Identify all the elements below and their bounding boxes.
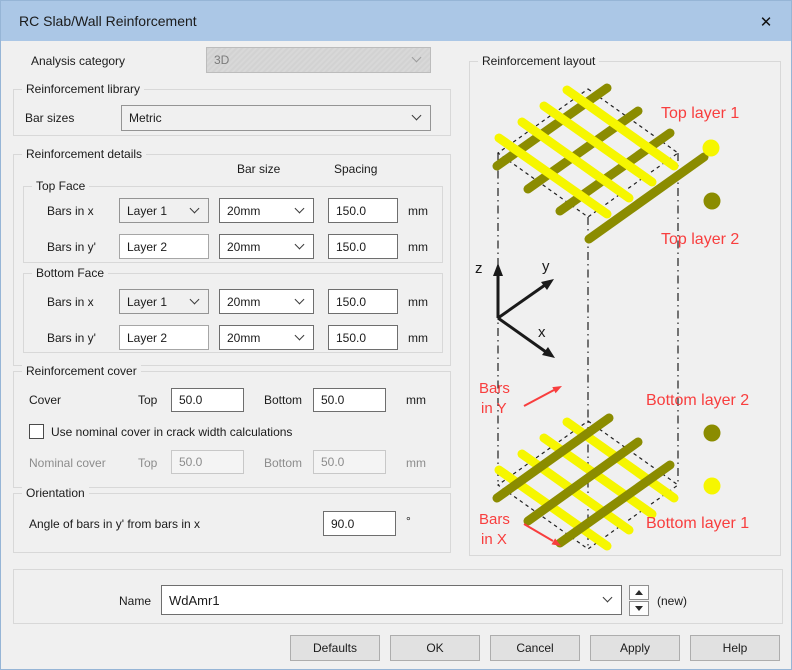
bar-size-column-header: Bar size: [237, 162, 280, 176]
chevron-down-icon: [412, 111, 422, 121]
top-bars-in-x-layer-dropdown[interactable]: Layer 1: [119, 198, 209, 223]
axes-arrowheads: [493, 263, 555, 358]
unit-label: mm: [408, 240, 428, 254]
angle-input[interactable]: 90.0: [323, 511, 396, 536]
unit-label: mm: [406, 456, 426, 470]
top-layer-1-label: Top layer 1: [661, 105, 739, 122]
unit-label: mm: [408, 204, 428, 218]
annotation-arrowheads: [552, 386, 563, 546]
chevron-down-icon: [295, 239, 305, 249]
top-bars-in-y-label: Bars in y': [47, 240, 96, 254]
name-spinner-down-button[interactable]: [629, 601, 649, 616]
reinforcement-layout-diagram: z y x Top layer 1 Top layer 2 Bottom lay…: [470, 62, 780, 555]
bars-in-x-label-line1: Bars: [479, 511, 510, 528]
arrow-up-icon: [635, 590, 643, 595]
top-bars-in-y-spacing-input[interactable]: 150.0: [328, 234, 398, 259]
unit-label: mm: [408, 331, 428, 345]
bars-in-x-label-line2: in X: [481, 531, 507, 548]
nominal-bottom-input: 50.0: [313, 450, 386, 474]
group-caption: Reinforcement cover: [22, 364, 141, 379]
reinforcement-layout-group: Reinforcement layout: [469, 61, 781, 556]
group-caption: Orientation: [22, 486, 89, 501]
window-title: RC Slab/Wall Reinforcement: [19, 13, 197, 29]
top-layer-1-dot: [703, 140, 720, 157]
nominal-cover-label: Nominal cover: [29, 456, 106, 470]
bottom-bars-in-x-size-dropdown[interactable]: 20mm: [219, 289, 314, 314]
group-caption: Top Face: [32, 179, 89, 194]
axis-x-label: x: [538, 324, 546, 341]
chevron-down-icon: [295, 330, 305, 340]
arrow-down-icon: [635, 606, 643, 611]
cover-label: Cover: [29, 393, 61, 407]
bottom-bars-in-x-spacing-input[interactable]: 150.0: [328, 289, 398, 314]
top-layer-2-dot: [704, 193, 721, 210]
degree-unit-label: °: [406, 514, 411, 528]
chevron-down-icon: [295, 203, 305, 213]
title-bar: RC Slab/Wall Reinforcement: [1, 1, 791, 41]
nominal-cover-checkbox[interactable]: [29, 424, 44, 439]
close-icon[interactable]: ✕: [753, 10, 779, 34]
bottom-bars-in-x-label: Bars in x: [47, 295, 94, 309]
axis-y-label: y: [542, 258, 550, 275]
bottom-bars-in-y-label: Bars in y': [47, 331, 96, 345]
apply-button[interactable]: Apply: [590, 635, 680, 661]
nominal-top-input: 50.0: [171, 450, 244, 474]
group-caption: Reinforcement details: [22, 147, 146, 162]
chevron-down-icon: [190, 294, 200, 304]
nominal-bottom-label: Bottom: [264, 456, 302, 470]
top-bars-in-x-spacing-input[interactable]: 150.0: [328, 198, 398, 223]
cancel-button[interactable]: Cancel: [490, 635, 580, 661]
chevron-down-icon: [412, 53, 422, 63]
bars-direction-labels: Bars in Y Bars in X: [479, 380, 510, 548]
help-button[interactable]: Help: [690, 635, 780, 661]
top-bars-in-y-layer-field: Layer 2: [119, 234, 209, 259]
bottom-bars-in-y-layer-field: Layer 2: [119, 325, 209, 350]
unit-label: mm: [406, 393, 426, 407]
nominal-top-label: Top: [138, 456, 157, 470]
cover-bottom-label: Bottom: [264, 393, 302, 407]
bottom-layer-2-bars: [497, 418, 670, 543]
defaults-button[interactable]: Defaults: [290, 635, 380, 661]
bottom-bars-in-y-spacing-input[interactable]: 150.0: [328, 325, 398, 350]
chevron-down-icon: [295, 294, 305, 304]
bars-in-y-label-line1: Bars: [479, 380, 510, 397]
bottom-bars-in-y-size-dropdown[interactable]: 20mm: [219, 325, 314, 350]
chevron-down-icon: [603, 593, 613, 603]
axis-z-label: z: [475, 260, 483, 277]
name-label: Name: [119, 594, 151, 608]
analysis-category-label: Analysis category: [31, 54, 125, 68]
group-caption: Bottom Face: [32, 266, 108, 281]
top-bars-in-x-label: Bars in x: [47, 204, 94, 218]
top-bars-in-x-size-dropdown[interactable]: 20mm: [219, 198, 314, 223]
name-status-badge: (new): [657, 594, 687, 608]
bar-sizes-label: Bar sizes: [25, 111, 74, 125]
rc-slab-wall-reinforcement-dialog: RC Slab/Wall Reinforcement ✕ Analysis ca…: [0, 0, 792, 670]
analysis-category-dropdown: 3D: [206, 47, 431, 73]
name-combo[interactable]: WdAmr1: [161, 585, 622, 615]
nominal-cover-checkbox-label: Use nominal cover in crack width calcula…: [51, 425, 292, 439]
bar-sizes-dropdown[interactable]: Metric: [121, 105, 431, 131]
bottom-bars-in-x-layer-dropdown[interactable]: Layer 1: [119, 289, 209, 314]
bars-in-y-label-line2: in Y: [481, 400, 507, 417]
ok-button[interactable]: OK: [390, 635, 480, 661]
cover-top-label: Top: [138, 393, 157, 407]
cover-bottom-input[interactable]: 50.0: [313, 388, 386, 412]
unit-label: mm: [408, 295, 428, 309]
angle-label: Angle of bars in y' from bars in x: [29, 517, 200, 531]
bottom-layer-2-label: Bottom layer 2: [646, 392, 749, 409]
bottom-layer-1-label: Bottom layer 1: [646, 515, 749, 532]
cover-top-input[interactable]: 50.0: [171, 388, 244, 412]
group-caption: Reinforcement library: [22, 82, 144, 97]
name-spinner-up-button[interactable]: [629, 585, 649, 600]
top-layer-2-label: Top layer 2: [661, 231, 739, 248]
top-bars-in-y-size-dropdown[interactable]: 20mm: [219, 234, 314, 259]
chevron-down-icon: [190, 203, 200, 213]
bottom-layer-1-dot: [704, 478, 721, 495]
spacing-column-header: Spacing: [334, 162, 377, 176]
bottom-layer-2-dot: [704, 425, 721, 442]
